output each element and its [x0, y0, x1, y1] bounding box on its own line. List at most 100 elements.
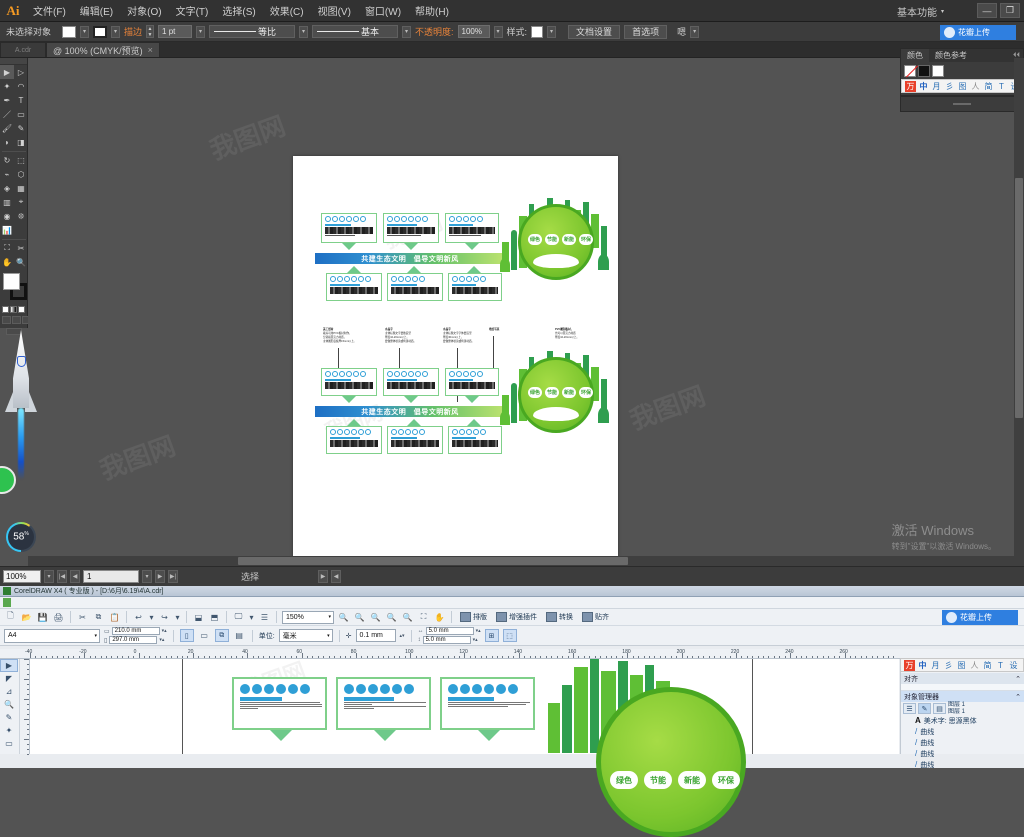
options-icon[interactable]: ⌃ [1015, 693, 1021, 701]
ime-simplified-icon[interactable]: 简 [983, 81, 994, 92]
object-list-item[interactable]: / 曲线 [901, 737, 1024, 748]
huaban-upload-button[interactable]: 花瓣上传 [940, 25, 1016, 40]
ime-chinese-icon[interactable]: 中 [918, 81, 929, 92]
first-page-button[interactable]: |◀ [57, 570, 67, 583]
artboard-tool[interactable]: ⛶ [0, 241, 14, 255]
paintbrush-tool[interactable]: 🖌 [0, 121, 14, 135]
panel-grip[interactable] [953, 103, 971, 105]
zoom-in-button[interactable]: 🔍 [337, 611, 350, 624]
copy-button[interactable]: ⧉ [92, 611, 105, 624]
zoom-to-selection-button[interactable]: 🔍 [385, 611, 398, 624]
ime-chinese-icon[interactable]: 中 [917, 660, 928, 671]
ime-skin-icon[interactable]: T [995, 660, 1006, 671]
pen-tool[interactable]: ✒ [0, 93, 14, 107]
ime-moon-icon[interactable]: 月 [930, 660, 941, 671]
shape-builder-tool[interactable]: ⬡ [14, 167, 28, 181]
direct-selection-tool[interactable]: ▷ [14, 65, 28, 79]
page-width-field[interactable]: 210.0 mm [111, 627, 160, 635]
fill-color-swatch[interactable] [62, 25, 76, 38]
coreldraw-huaban-upload-button[interactable]: 花瓣上传 [942, 609, 1018, 625]
page-guide-left[interactable] [182, 659, 183, 754]
rectangle-tool[interactable]: ▭ [14, 107, 28, 121]
crop-tool[interactable]: ⊿ [0, 685, 18, 698]
ime-logo-icon[interactable]: 万 [905, 80, 916, 92]
line-tool[interactable]: ／ [0, 107, 14, 121]
import-button[interactable]: ⬓ [192, 611, 205, 624]
menu-effect[interactable]: 效果(C) [263, 0, 311, 22]
hscroll-thumb[interactable] [238, 557, 628, 565]
stroke-weight-field[interactable]: 1 pt [158, 25, 193, 38]
menu-window[interactable]: 窗口(W) [358, 0, 408, 22]
menu-view[interactable]: 视图(V) [311, 0, 358, 22]
snap-to-objects-button[interactable]: ⊞ [484, 629, 499, 642]
cut-button[interactable]: ✂ [76, 611, 89, 624]
application-launcher-button[interactable]: 🖵 [232, 611, 245, 624]
style-dropdown-icon[interactable]: ▾ [547, 25, 557, 38]
menu-select[interactable]: 选择(S) [215, 0, 262, 22]
menu-object[interactable]: 对象(O) [120, 0, 168, 22]
next-page-button[interactable]: ▶ [155, 570, 165, 583]
zoom-dropdown-icon[interactable]: ▾ [44, 570, 54, 583]
stroke-label[interactable]: 描边 [124, 25, 142, 38]
poster-card[interactable] [326, 273, 382, 301]
document-tab[interactable]: @ 100% (CMYK/预览) × [46, 42, 160, 57]
coreldraw-app-icon[interactable] [3, 598, 11, 607]
gradient-button[interactable] [10, 306, 17, 313]
ime-punctuation-icon[interactable]: 彡 [944, 81, 955, 92]
prev-page-button[interactable]: ◀ [70, 570, 80, 583]
layout-plugin-button[interactable]: 排版 [457, 610, 490, 624]
poster-card[interactable] [336, 677, 431, 730]
coreldraw-canvas[interactable]: 我图网 [30, 657, 899, 837]
undo-button[interactable]: ↩ [132, 611, 145, 624]
object-list-item[interactable]: / 曲线 [901, 748, 1024, 759]
stroke-weight-dropdown-icon[interactable]: ▾ [196, 25, 206, 38]
pan-button[interactable]: ✋ [433, 611, 446, 624]
ime-punctuation-icon[interactable]: 彡 [943, 660, 954, 671]
globe-graphic[interactable] [596, 687, 746, 837]
export-button[interactable]: ⬒ [208, 611, 221, 624]
restore-button[interactable]: ❐ [1000, 3, 1020, 18]
current-page-button[interactable]: ▤ [233, 629, 246, 642]
new-document-button[interactable]: 🗋 [4, 611, 17, 624]
artboard[interactable]: 我图网 我图网 [293, 156, 618, 566]
white-swatch[interactable] [932, 65, 944, 77]
pick-tool[interactable]: ▶ [0, 659, 18, 672]
ime-skin-icon[interactable]: T [996, 81, 1007, 92]
zoom-to-page-button[interactable]: 🔍 [401, 611, 414, 624]
save-button[interactable]: 💾 [36, 611, 49, 624]
brush-select[interactable]: 基本 [312, 25, 399, 38]
poster-card[interactable] [321, 213, 377, 243]
fill-dropdown-icon[interactable]: ▾ [80, 25, 89, 38]
poster-card[interactable] [448, 273, 502, 301]
ime-keyboard-icon[interactable]: 图 [956, 660, 967, 671]
redo-dropdown-icon[interactable]: ▾ [174, 611, 181, 624]
vscroll-thumb[interactable] [1015, 178, 1023, 418]
menu-file[interactable]: 文件(F) [26, 0, 73, 22]
zoom-out-button[interactable]: 🔍 [353, 611, 366, 624]
shape-tool[interactable]: ◤ [0, 672, 18, 685]
fill-control[interactable] [3, 273, 20, 290]
layer-manager-view-button[interactable]: ▤ [933, 703, 946, 714]
align-docker-header[interactable]: 对齐 ⌃ [901, 673, 1024, 684]
memory-usage-badge[interactable]: 58% [6, 522, 36, 552]
stroke-profile-dropdown-icon[interactable]: ▾ [299, 25, 309, 38]
stroke-color-swatch[interactable] [93, 25, 107, 38]
ime-logo-icon[interactable]: 万 [904, 659, 915, 671]
menu-help[interactable]: 帮助(H) [408, 0, 456, 22]
snap-plugin-button[interactable]: 贴齐 [579, 610, 612, 624]
page-guide-right[interactable] [752, 659, 753, 754]
redo-button[interactable]: ↪ [158, 611, 171, 624]
rocket-booster-overlay[interactable] [5, 330, 37, 480]
preferences-button[interactable]: 首选项 [624, 24, 668, 39]
convert-plugin-button[interactable]: 转换 [543, 610, 576, 624]
poster-banner[interactable]: 共建生态文明 倡导文明新风 [315, 253, 505, 264]
menu-type[interactable]: 文字(T) [169, 0, 216, 22]
duplicate-x-stepper[interactable]: ▾▴ [476, 628, 481, 634]
workspace-switcher[interactable]: 基本功能 ▾ [891, 3, 950, 19]
symbol-sprayer-tool[interactable]: ❊ [14, 209, 28, 223]
ime-settings-icon[interactable]: 设 [1008, 660, 1019, 671]
eraser-tool[interactable]: ◨ [14, 135, 28, 149]
perspective-grid-tool[interactable]: ◈ [0, 181, 14, 195]
duplicate-y-field[interactable]: 5.0 mm [422, 636, 471, 644]
treat-as-filled-button[interactable]: ⬚ [502, 629, 517, 642]
